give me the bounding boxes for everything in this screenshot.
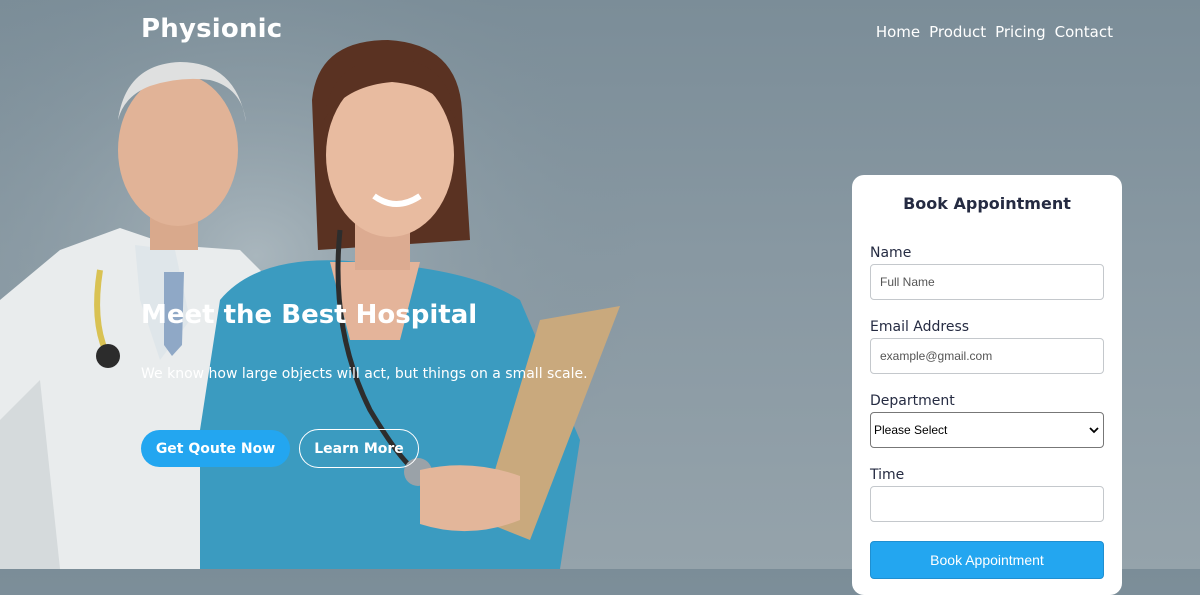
email-label: Email Address — [870, 319, 970, 335]
nav-pricing-link[interactable]: Pricing — [995, 23, 1046, 41]
time-input[interactable] — [870, 486, 1104, 522]
nav-product-link[interactable]: Product — [929, 23, 986, 41]
name-input[interactable] — [870, 264, 1104, 300]
email-input[interactable] — [870, 338, 1104, 374]
name-label: Name — [870, 245, 912, 261]
department-label: Department — [870, 393, 955, 409]
top-navbar: Physionic Home Product Pricing Contact — [0, 0, 1200, 64]
department-select[interactable]: Please Select — [870, 412, 1104, 448]
hero-doctors-image — [0, 0, 640, 569]
nav-home-link[interactable]: Home — [876, 23, 920, 41]
nav-links: Home Product Pricing Contact — [876, 23, 1113, 41]
book-appointment-card: Book Appointment Name Email Address Depa… — [852, 175, 1122, 595]
appointment-form-title: Book Appointment — [903, 194, 1071, 213]
nav-contact-link[interactable]: Contact — [1055, 23, 1113, 41]
chevron-down-icon — [1089, 427, 1099, 434]
hero-title: Meet the Best Hospital — [141, 300, 478, 330]
learn-more-button[interactable]: Learn More — [299, 429, 419, 468]
time-label: Time — [870, 467, 905, 483]
get-quote-button[interactable]: Get Qoute Now — [141, 430, 290, 467]
book-appointment-button[interactable]: Book Appointment — [870, 541, 1104, 579]
department-selected-value: Please Select — [874, 423, 948, 437]
hero-subtitle: We know how large objects will act, but … — [141, 366, 588, 382]
brand-logo[interactable]: Physionic — [141, 14, 282, 44]
